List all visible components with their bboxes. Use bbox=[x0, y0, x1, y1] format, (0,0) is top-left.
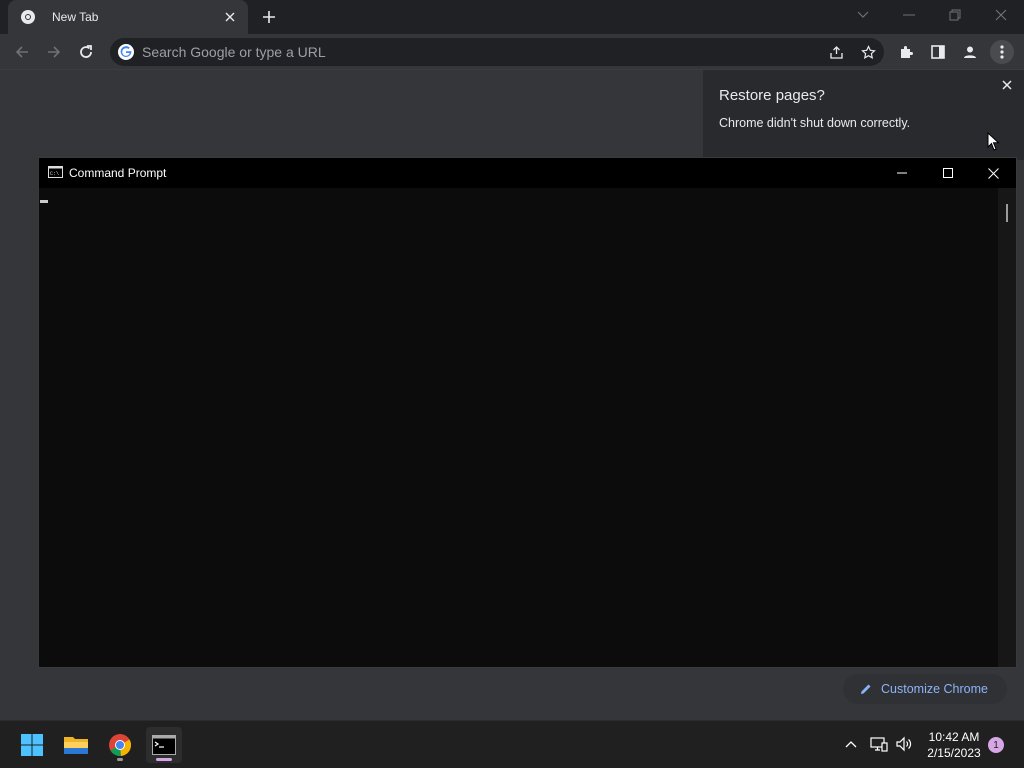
file-explorer-button[interactable] bbox=[58, 727, 94, 763]
google-icon bbox=[118, 44, 134, 60]
cmd-console[interactable] bbox=[39, 188, 998, 667]
plus-icon bbox=[263, 11, 275, 23]
chrome-icon bbox=[109, 734, 132, 757]
volume-icon bbox=[896, 736, 912, 752]
restore-text: Chrome didn't shut down correctly. bbox=[719, 116, 911, 130]
maximize-icon bbox=[943, 168, 953, 178]
command-prompt-icon bbox=[152, 735, 176, 755]
minimize-button[interactable] bbox=[894, 4, 924, 26]
minimize-icon bbox=[897, 172, 907, 174]
restore-heading: Restore pages? bbox=[719, 87, 825, 104]
close-icon bbox=[987, 167, 999, 179]
start-button[interactable] bbox=[14, 727, 50, 763]
share-icon[interactable] bbox=[820, 45, 852, 60]
profile-icon bbox=[964, 46, 976, 58]
cmd-title-bar[interactable]: C:\ Command Prompt bbox=[39, 158, 1016, 188]
clock-date: 2/15/2023 bbox=[927, 746, 981, 760]
restore-icon bbox=[949, 9, 961, 21]
minimize-icon bbox=[903, 14, 915, 16]
command-prompt-window[interactable]: C:\ Command Prompt bbox=[38, 157, 1017, 668]
chrome-toolbar: Search Google or type a URL bbox=[0, 34, 1024, 70]
close-window-button[interactable] bbox=[986, 4, 1016, 26]
file-explorer-icon bbox=[64, 737, 88, 754]
volume-button[interactable] bbox=[893, 733, 915, 755]
reload-icon bbox=[80, 45, 92, 58]
close-icon[interactable] bbox=[222, 9, 238, 25]
running-indicator bbox=[117, 758, 123, 761]
show-hidden-icons-button[interactable] bbox=[840, 733, 862, 755]
omnibox[interactable]: Search Google or type a URL bbox=[110, 38, 884, 66]
clock[interactable]: 10:42 AM 2/15/2023 bbox=[916, 729, 992, 761]
close-icon bbox=[995, 9, 1007, 21]
pencil-icon bbox=[861, 684, 871, 694]
cmd-minimize-button[interactable] bbox=[879, 158, 925, 188]
forward-button[interactable] bbox=[42, 40, 66, 64]
mouse-pointer-icon bbox=[987, 132, 1000, 151]
taskbar: 10:42 AM 2/15/2023 1 bbox=[0, 720, 1024, 768]
tab-new-tab[interactable]: New Tab bbox=[8, 0, 248, 34]
back-icon bbox=[15, 46, 28, 58]
network-button[interactable] bbox=[868, 733, 890, 755]
back-button[interactable] bbox=[10, 40, 34, 64]
cmd-close-button[interactable] bbox=[970, 158, 1016, 188]
cmd-maximize-button[interactable] bbox=[925, 158, 971, 188]
network-icon bbox=[870, 737, 888, 752]
profile-button[interactable] bbox=[958, 40, 982, 64]
extensions-icon bbox=[901, 46, 913, 58]
chrome-tabstrip: New Tab bbox=[0, 0, 1024, 34]
tab-title: New Tab bbox=[52, 10, 99, 24]
extensions-button[interactable] bbox=[894, 40, 918, 64]
tab-search-button[interactable] bbox=[848, 4, 878, 26]
command-prompt-icon: C:\ bbox=[48, 166, 63, 178]
restore-button[interactable] bbox=[940, 4, 970, 26]
omnibox-placeholder: Search Google or type a URL bbox=[142, 44, 326, 60]
forward-icon bbox=[48, 46, 61, 58]
text-cursor bbox=[40, 200, 48, 203]
active-indicator bbox=[156, 758, 172, 761]
side-panel-icon bbox=[931, 45, 945, 59]
desktop: New Tab Search Google or type a URL Rest… bbox=[0, 0, 1024, 768]
windows-start-icon bbox=[21, 734, 43, 756]
chevron-down-icon bbox=[857, 11, 869, 18]
customize-chrome-label: Customize Chrome bbox=[881, 682, 988, 696]
notification-badge[interactable]: 1 bbox=[988, 737, 1004, 753]
reload-button[interactable] bbox=[74, 40, 98, 64]
chrome-taskbar-button[interactable] bbox=[102, 727, 138, 763]
star-icon[interactable] bbox=[852, 44, 884, 60]
cmd-scrollbar[interactable] bbox=[998, 188, 1016, 667]
close-icon[interactable] bbox=[998, 76, 1016, 94]
side-panel-button[interactable] bbox=[926, 40, 950, 64]
restore-pages-bubble: Restore pages? Chrome didn't shut down c… bbox=[703, 70, 1024, 160]
chrome-menu-button[interactable] bbox=[990, 40, 1014, 64]
command-prompt-taskbar-button[interactable] bbox=[146, 727, 182, 763]
chrome-icon bbox=[21, 10, 35, 24]
menu-icon bbox=[1000, 45, 1004, 59]
scrollbar-thumb[interactable] bbox=[1006, 204, 1008, 222]
clock-time: 10:42 AM bbox=[928, 730, 980, 744]
cmd-title: Command Prompt bbox=[69, 166, 167, 180]
customize-chrome-button[interactable]: Customize Chrome bbox=[843, 674, 1007, 704]
new-tab-button[interactable] bbox=[258, 6, 280, 28]
chevron-up-icon bbox=[845, 741, 857, 748]
svg-text:C:\: C:\ bbox=[50, 171, 59, 177]
